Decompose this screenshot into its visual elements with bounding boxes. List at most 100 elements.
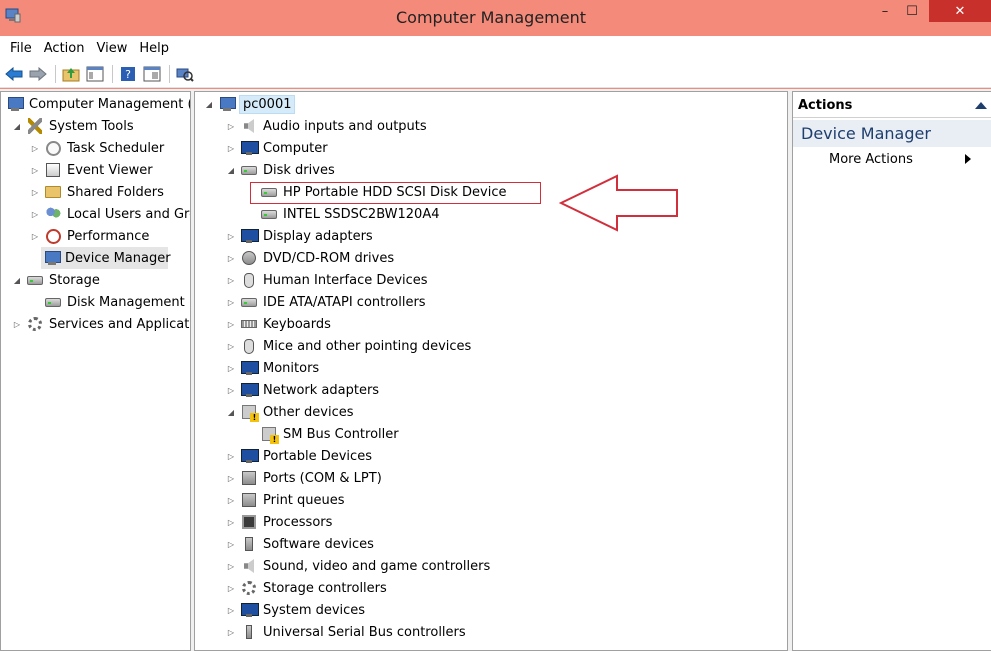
minimize-button[interactable]: – [872, 0, 898, 22]
expand-arrow-icon[interactable]: ▷ [225, 364, 237, 373]
expand-arrow-icon[interactable]: ▷ [225, 298, 237, 307]
expand-arrow-icon[interactable]: ▷ [11, 320, 23, 329]
device-category-sound-video-game[interactable]: ▷ Sound, video and game controllers [225, 555, 492, 577]
show-hide-tree-icon [86, 66, 104, 81]
tree-item-device-manager[interactable]: Device Manager [41, 247, 171, 269]
storage-controller-icon [240, 579, 258, 597]
expand-arrow-icon[interactable]: ▷ [225, 232, 237, 241]
maximize-button[interactable]: ☐ [899, 0, 925, 22]
scan-hardware-button[interactable] [174, 63, 196, 85]
tree-item-disk-management[interactable]: Disk Management [41, 291, 187, 313]
expand-arrow-icon[interactable]: ▷ [225, 562, 237, 571]
collapse-arrow-icon[interactable]: ◢ [11, 122, 23, 131]
expand-arrow-icon[interactable]: ▷ [225, 122, 237, 131]
device-category-ports[interactable]: ▷ Ports (COM & LPT) [225, 467, 384, 489]
title-bar[interactable]: Computer Management – ☐ ✕ [0, 0, 991, 36]
collapse-arrow-icon[interactable]: ◢ [225, 408, 237, 417]
collapse-arrow-icon[interactable]: ◢ [11, 276, 23, 285]
expand-arrow-icon[interactable]: ▷ [225, 342, 237, 351]
dvd-drive-icon [240, 249, 258, 267]
services-icon [26, 315, 44, 333]
system-device-icon [240, 601, 259, 619]
device-category-mice[interactable]: ▷ Mice and other pointing devices [225, 335, 473, 357]
expand-arrow-icon[interactable]: ▷ [225, 540, 237, 549]
expand-arrow-icon[interactable]: ▷ [29, 232, 41, 241]
device-category-processors[interactable]: ▷ Processors [225, 511, 334, 533]
expand-arrow-icon[interactable]: ▷ [225, 584, 237, 593]
expand-arrow-icon[interactable]: ▷ [225, 628, 237, 637]
device-category-system-devices[interactable]: ▷ System devices [225, 599, 367, 621]
collapse-arrow-icon[interactable]: ◢ [203, 100, 215, 109]
more-actions-link[interactable]: More Actions [829, 152, 913, 167]
menu-file[interactable]: File [4, 41, 38, 56]
device-tree[interactable]: ◢ pc0001 ▷ Audio inputs and outputs ▷ Co… [194, 91, 788, 651]
display-adapter-icon [240, 227, 259, 245]
device-category-dvd-drives[interactable]: ▷ DVD/CD-ROM drives [225, 247, 396, 269]
expand-arrow-icon[interactable]: ▷ [225, 320, 237, 329]
device-category-hid[interactable]: ▷ Human Interface Devices [225, 269, 430, 291]
device-category-ide-controllers[interactable]: ▷ IDE ATA/ATAPI controllers [225, 291, 428, 313]
speaker-icon [240, 117, 258, 135]
device-category-disk-drives[interactable]: ◢ Disk drives [225, 159, 337, 181]
expand-arrow-icon[interactable]: ▷ [29, 188, 41, 197]
expand-arrow-icon[interactable]: ▷ [29, 210, 41, 219]
tree-item-system-tools[interactable]: ◢ System Tools [11, 115, 136, 137]
port-icon [240, 469, 258, 487]
device-intel-ssd[interactable]: INTEL SSDSC2BW120A4 [257, 203, 442, 225]
console-tree[interactable]: Computer Management (L ◢ System Tools ▷ … [0, 91, 191, 651]
expand-arrow-icon[interactable]: ▷ [225, 144, 237, 153]
expand-arrow-icon[interactable]: ▷ [225, 276, 237, 285]
device-category-portable-devices[interactable]: ▷ Portable Devices [225, 445, 374, 467]
device-sm-bus-controller[interactable]: SM Bus Controller [257, 423, 401, 445]
tree-item-shared-folders[interactable]: ▷ Shared Folders [29, 181, 166, 203]
tree-item-computer-management[interactable]: Computer Management (L [3, 93, 190, 115]
actions-section-device-manager[interactable]: Device Manager [793, 120, 991, 147]
device-category-audio[interactable]: ▷ Audio inputs and outputs [225, 115, 429, 137]
device-category-display-adapters[interactable]: ▷ Display adapters [225, 225, 375, 247]
device-category-other-devices[interactable]: ◢ Other devices [225, 401, 356, 423]
expand-arrow-icon[interactable]: ▷ [225, 474, 237, 483]
menu-view[interactable]: View [90, 41, 133, 56]
device-category-monitors[interactable]: ▷ Monitors [225, 357, 321, 379]
computer-management-icon [6, 95, 24, 113]
device-category-computer[interactable]: ▷ Computer [225, 137, 330, 159]
tree-item-event-viewer[interactable]: ▷ Event Viewer [29, 159, 155, 181]
device-category-usb-controllers[interactable]: ▷ Universal Serial Bus controllers [225, 621, 468, 643]
performance-icon [44, 227, 62, 245]
tree-item-local-users-groups[interactable]: ▷ Local Users and Gro [29, 203, 190, 225]
device-category-network-adapters[interactable]: ▷ Network adapters [225, 379, 381, 401]
device-tree-root[interactable]: ◢ pc0001 [203, 93, 296, 115]
tree-item-storage[interactable]: ◢ Storage [11, 269, 102, 291]
properties-button[interactable] [141, 63, 163, 85]
sound-icon [240, 557, 258, 575]
software-device-icon [240, 535, 258, 553]
device-category-keyboards[interactable]: ▷ Keyboards [225, 313, 333, 335]
expand-arrow-icon[interactable]: ▷ [225, 518, 237, 527]
forward-button[interactable] [27, 63, 49, 85]
back-button[interactable] [3, 63, 25, 85]
tree-item-performance[interactable]: ▷ Performance [29, 225, 151, 247]
expand-arrow-icon[interactable]: ▷ [225, 452, 237, 461]
tree-item-task-scheduler[interactable]: ▷ Task Scheduler [29, 137, 166, 159]
menu-help[interactable]: Help [133, 41, 175, 56]
close-button[interactable]: ✕ [929, 0, 991, 22]
expand-arrow-icon[interactable]: ▷ [225, 386, 237, 395]
collapse-section-icon[interactable] [975, 102, 987, 109]
help-button[interactable]: ? [117, 63, 139, 85]
expand-arrow-icon[interactable]: ▷ [29, 166, 41, 175]
expand-arrow-icon[interactable]: ▷ [225, 496, 237, 505]
hid-icon [240, 271, 258, 289]
expand-arrow-icon[interactable]: ▷ [225, 254, 237, 263]
device-category-software-devices[interactable]: ▷ Software devices [225, 533, 376, 555]
expand-arrow-icon[interactable]: ▷ [29, 144, 41, 153]
expand-arrow-icon[interactable]: ▷ [225, 606, 237, 615]
tree-item-services-applications[interactable]: ▷ Services and Application [11, 313, 190, 335]
up-one-level-button[interactable] [60, 63, 82, 85]
monitor-icon [240, 359, 259, 377]
collapse-arrow-icon[interactable]: ◢ [225, 166, 237, 175]
show-hide-tree-button[interactable] [84, 63, 106, 85]
submenu-arrow-icon[interactable] [965, 154, 971, 164]
device-category-storage-controllers[interactable]: ▷ Storage controllers [225, 577, 389, 599]
device-category-print-queues[interactable]: ▷ Print queues [225, 489, 347, 511]
menu-action[interactable]: Action [38, 41, 91, 56]
